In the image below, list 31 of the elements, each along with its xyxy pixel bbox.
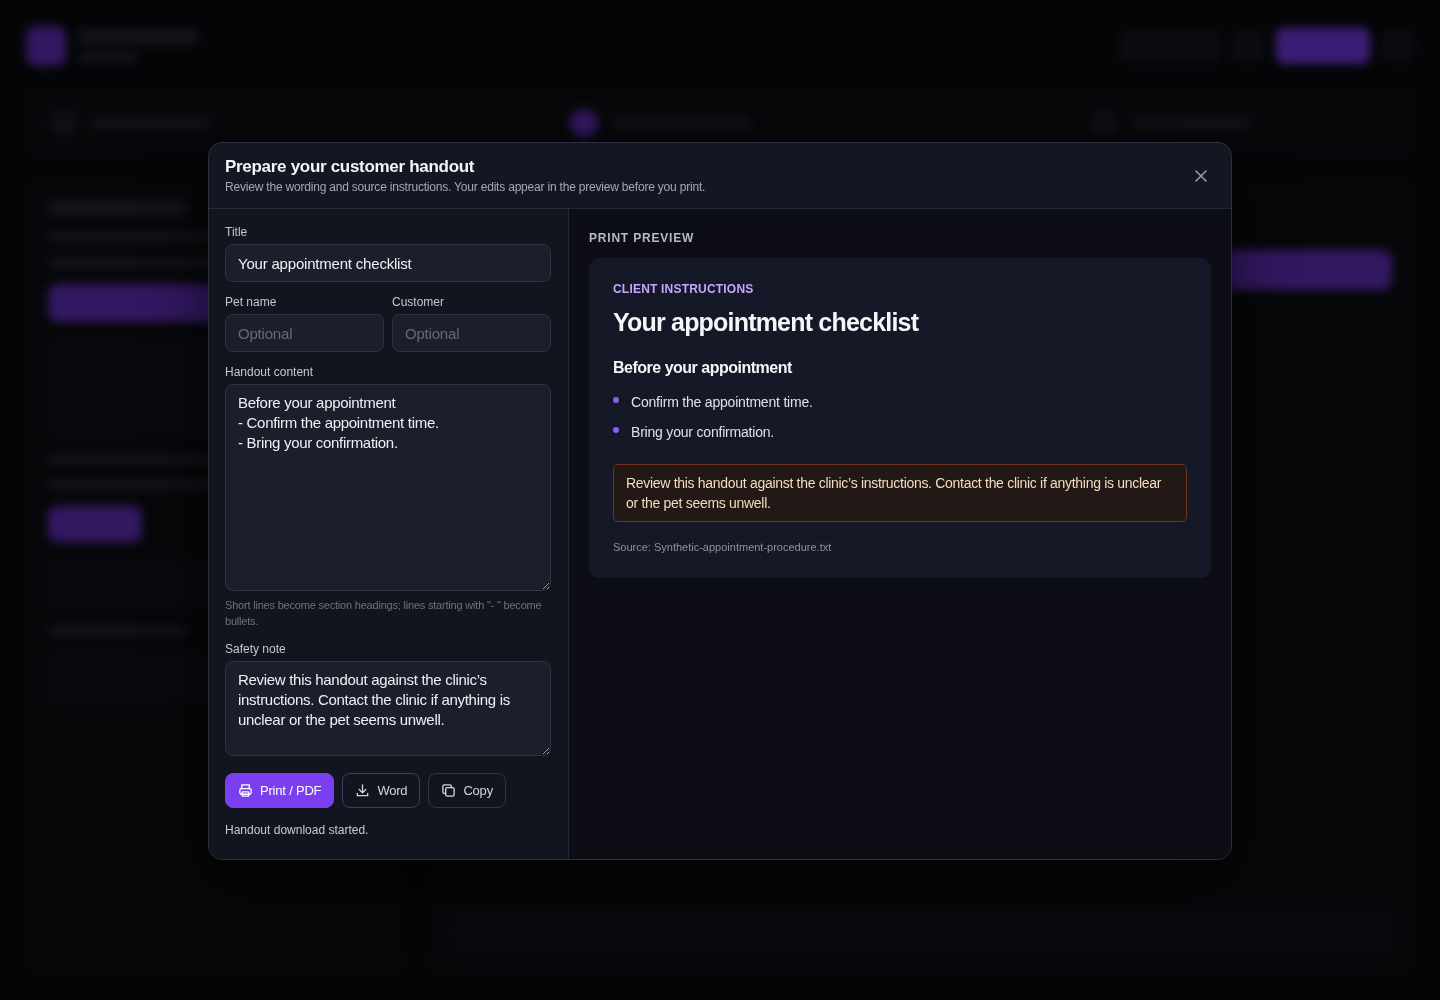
safety-note: Review this handout against the clinic’s instructions. Contact the clinic if anything is unclear or the pet seems unwell. [613, 464, 1187, 522]
hint-text: Short lines become section headings; lines starting with "- " become bullets. [225, 598, 543, 629]
copy-button[interactable]: Copy [428, 773, 506, 808]
status-message: Handout download started. [225, 823, 369, 837]
print-button[interactable]: Print / PDF [225, 773, 335, 808]
note-textarea[interactable]: Review this handout against the clinic’s instructions. Contact the clinic if anything is unclear or the pet seems unwell. [225, 661, 551, 756]
download-icon [355, 783, 371, 798]
content-textarea[interactable]: Before your appointment - Confirm the appointment time. - Bring your confirmation. [225, 384, 551, 591]
copy-icon [441, 783, 457, 798]
field-label: Pet name [225, 295, 277, 309]
eyebrow-label: CLIENT INSTRUCTIONS [613, 282, 754, 296]
handout-title: Your appointment checklist [613, 307, 919, 337]
dialog-title: Prepare your customer handout [225, 157, 475, 177]
dialog-subtitle: Review the wording and source instructions. Your edits appear in the preview before you print. [225, 180, 706, 195]
bullet-icon [613, 397, 619, 403]
printer-icon [238, 783, 253, 798]
input-field[interactable]: Your appointment checklist [225, 244, 551, 282]
input-field[interactable]: Optional [225, 314, 384, 352]
bullet-text: Bring your confirmation. [631, 423, 775, 442]
download-button[interactable]: Word [342, 773, 421, 808]
bullet-text: Confirm the appointment time. [631, 393, 813, 412]
field-label: Handout content [225, 365, 314, 379]
field-label: Customer [392, 295, 444, 309]
source-text: Source: Synthetic-appointment-procedure.txt [613, 540, 832, 554]
input-field[interactable]: Optional [392, 314, 551, 352]
field-label: Safety note [225, 642, 286, 656]
close-icon [1195, 170, 1207, 182]
handout-section-heading: Before your appointment [613, 358, 792, 378]
bullet-icon [613, 427, 619, 433]
section-heading: PRINT PREVIEW [589, 231, 695, 245]
field-label: Title [225, 225, 248, 239]
